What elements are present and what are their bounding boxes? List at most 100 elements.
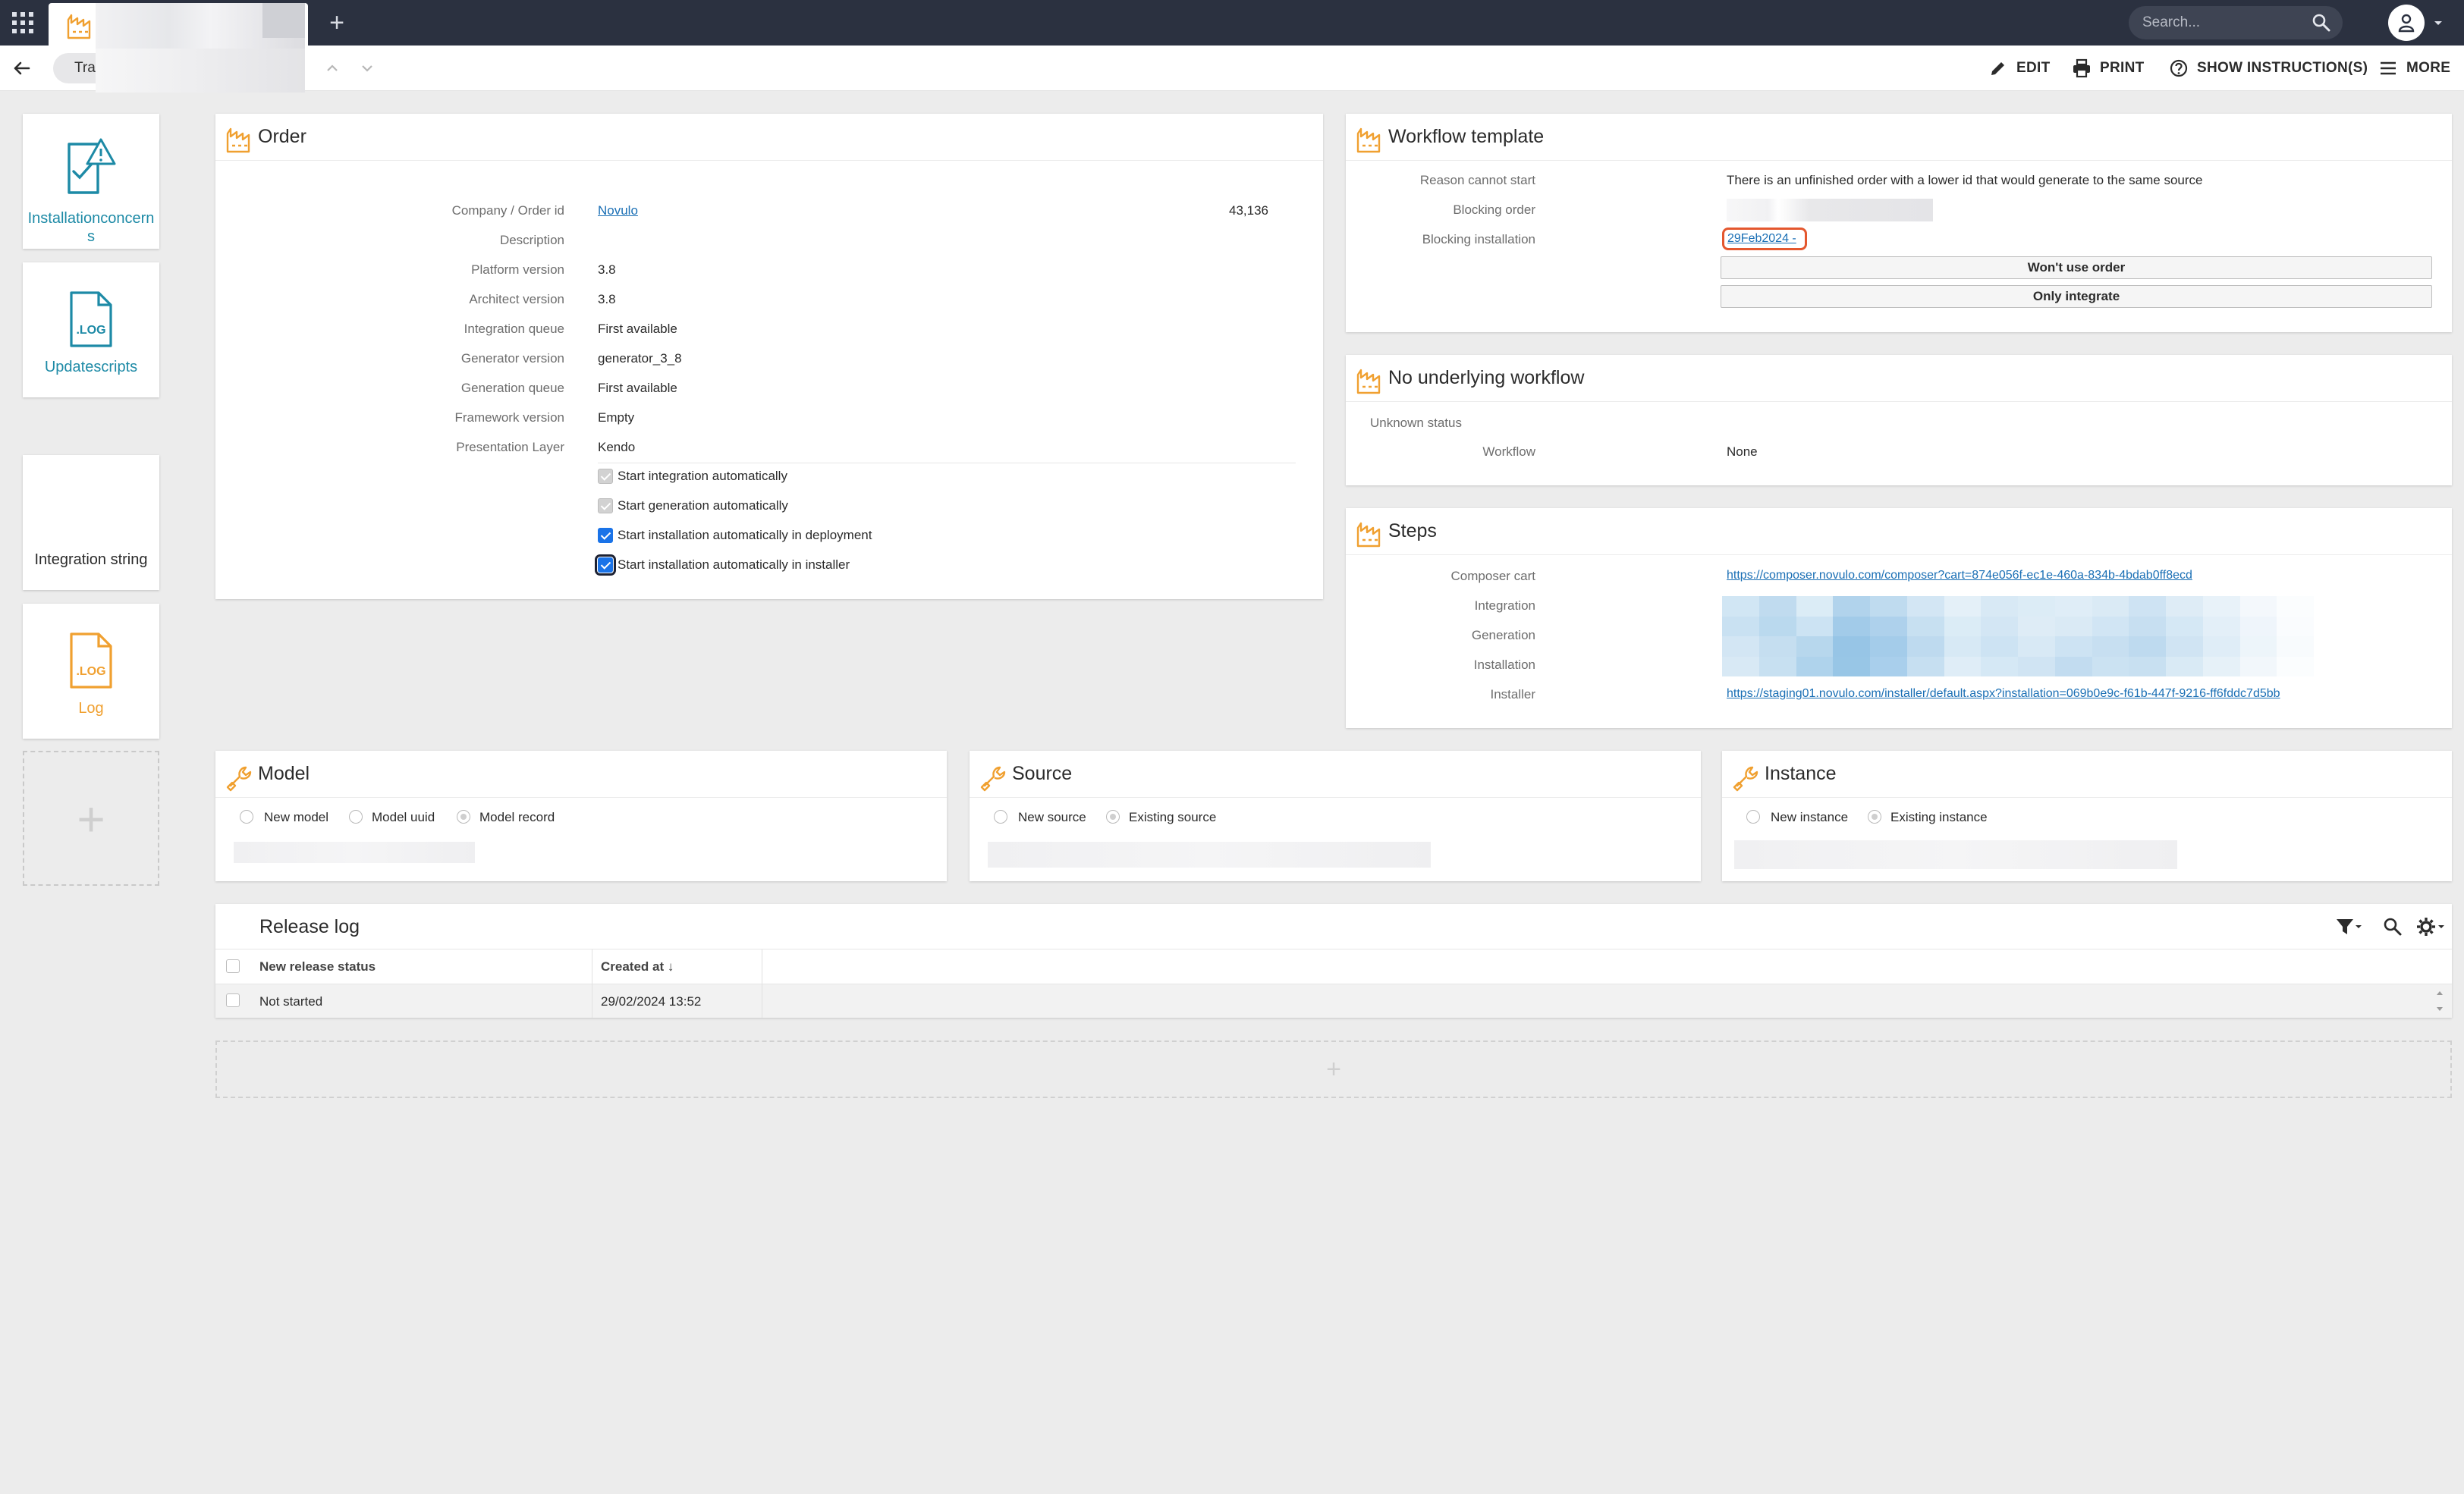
column-header-status[interactable]: New release status xyxy=(259,959,376,975)
installer-link[interactable]: https://staging01.novulo.com/installer/d… xyxy=(1727,687,2280,701)
panel-title: Order xyxy=(258,126,306,147)
add-tile-button[interactable]: + xyxy=(23,751,159,886)
sidebar-item-log[interactable]: .LOG Log xyxy=(23,604,159,739)
panel-header: Model xyxy=(215,751,947,798)
more-label: MORE xyxy=(2406,60,2451,76)
radio-model-uuid[interactable] xyxy=(349,810,363,824)
panel-title: Source xyxy=(1012,763,1073,784)
blocking-installation-link[interactable]: 29Feb2024 - xyxy=(1727,232,1796,246)
field-label: Generation queue xyxy=(460,381,564,395)
plus-icon: + xyxy=(77,792,105,846)
table-row[interactable]: Not started 29/02/2024 13:52 xyxy=(215,984,2452,1018)
menu-icon xyxy=(2381,61,2396,75)
factory-icon xyxy=(1356,127,1381,153)
panel-title: Model xyxy=(258,763,310,784)
chevron-down-icon[interactable] xyxy=(357,58,378,79)
log-file-icon: .LOG xyxy=(70,632,112,689)
radio-label: Existing instance xyxy=(1890,810,1988,824)
workflow-value: None xyxy=(1727,444,1758,459)
more-button[interactable]: MORE xyxy=(2378,55,2450,82)
radio-label: New source xyxy=(1018,810,1086,824)
table-header: New release status Created at ↓ xyxy=(215,949,2452,984)
search-icon[interactable] xyxy=(2311,12,2332,33)
print-button[interactable]: PRINT xyxy=(2071,55,2145,82)
sidebar-item-label: Log xyxy=(78,700,104,717)
generator-version-value: generator_3_8 xyxy=(598,351,682,366)
field-label: Installation xyxy=(1473,658,1535,672)
company-link[interactable]: Novulo xyxy=(598,203,638,218)
platform-version-value: 3.8 xyxy=(598,262,616,277)
checkbox-label: Start installation automatically in depl… xyxy=(618,528,872,542)
plus-icon: + xyxy=(1326,1055,1341,1084)
sidebar-item-updatescripts[interactable]: .LOG Updatescripts xyxy=(23,262,159,397)
avatar[interactable] xyxy=(2388,5,2425,41)
chevron-down-icon[interactable] xyxy=(2432,17,2444,29)
wont-use-order-button[interactable]: Won't use order xyxy=(1721,256,2432,279)
add-tab-button[interactable]: + xyxy=(322,8,352,38)
only-integrate-button[interactable]: Only integrate xyxy=(1721,285,2432,308)
search-icon[interactable] xyxy=(2382,916,2403,937)
show-instructions-label: SHOW INSTRUCTION(S) xyxy=(2197,60,2368,76)
checkbox-label: Start generation automatically xyxy=(618,498,788,513)
field-label: Integration queue xyxy=(464,322,564,336)
show-instructions-button[interactable]: SHOW INSTRUCTION(S) xyxy=(2168,55,2368,82)
svg-text:.LOG: .LOG xyxy=(76,665,105,678)
log-file-icon: .LOG xyxy=(70,291,112,347)
start-installation-deployment-checkbox[interactable] xyxy=(598,528,613,543)
sidebar-item-label: Installationconcerns xyxy=(27,210,155,245)
field-label: Description xyxy=(499,233,564,247)
search-box[interactable] xyxy=(2129,6,2343,39)
checkbox-label: Start installation automatically in inst… xyxy=(618,557,850,572)
generation-queue-value: First available xyxy=(598,381,677,395)
model-panel: Model New model Model uuid Model record xyxy=(215,751,947,881)
search-input[interactable] xyxy=(2142,11,2309,35)
scrollbar[interactable] xyxy=(2434,987,2446,1015)
sidebar-item-label: Integration string xyxy=(34,551,148,568)
edit-button[interactable]: EDIT xyxy=(1988,55,2050,82)
redacted-step-status xyxy=(1722,596,2314,676)
panel-header: Release log xyxy=(215,904,2452,949)
add-row-button[interactable]: + xyxy=(215,1040,2452,1098)
svg-text:.LOG: .LOG xyxy=(76,324,105,337)
factory-icon xyxy=(1356,369,1381,394)
wrench-icon xyxy=(226,766,252,792)
factory-icon xyxy=(1356,522,1381,548)
field-label: Presentation Layer xyxy=(456,440,564,454)
column-header-created-at[interactable]: Created at ↓ xyxy=(601,959,674,975)
panel-title: Instance xyxy=(1765,763,1837,784)
sidebar-item-installationconcerns[interactable]: Installationconcerns xyxy=(23,114,159,249)
composer-cart-link[interactable]: https://composer.novulo.com/composer?car… xyxy=(1727,569,2192,582)
document-warning-icon xyxy=(68,138,116,194)
panel-header: Steps xyxy=(1346,508,2452,555)
radio-model-record[interactable] xyxy=(457,810,470,824)
radio-new-instance[interactable] xyxy=(1746,810,1760,824)
source-panel: Source New source Existing source xyxy=(970,751,1701,881)
field-label: Company / Order id xyxy=(451,203,564,218)
radio-new-model[interactable] xyxy=(240,810,253,824)
radio-new-source[interactable] xyxy=(994,810,1007,824)
field-label: Workflow xyxy=(1482,444,1535,459)
gear-icon[interactable] xyxy=(2415,915,2446,939)
field-label: Integration xyxy=(1474,598,1535,613)
field-label: Reason cannot start xyxy=(1419,173,1535,187)
select-all-checkbox[interactable] xyxy=(226,959,240,973)
filter-icon[interactable] xyxy=(2335,916,2362,937)
toolbar: Trai EDIT PRINT SHOW INSTRUCTION(S) MORE xyxy=(0,46,2464,91)
status-text: Unknown status xyxy=(1370,416,1462,430)
row-checkbox[interactable] xyxy=(226,993,240,1007)
sidebar-item-integration-string[interactable]: Integration string xyxy=(23,455,159,590)
redacted-instance-field xyxy=(1734,840,2177,869)
chevron-up-icon[interactable] xyxy=(322,58,343,79)
edit-label: EDIT xyxy=(2016,60,2051,76)
field-label: Generator version xyxy=(460,351,564,366)
framework-version-value: Empty xyxy=(598,410,635,425)
start-installation-installer-checkbox[interactable] xyxy=(595,554,616,576)
architect-version-value: 3.8 xyxy=(598,292,616,306)
radio-label: New model xyxy=(264,810,329,824)
field-label: Platform version xyxy=(471,262,564,277)
back-arrow-icon[interactable] xyxy=(11,58,32,79)
apps-grid-icon[interactable] xyxy=(8,8,38,38)
radio-existing-source[interactable] xyxy=(1106,810,1120,824)
radio-existing-instance[interactable] xyxy=(1868,810,1881,824)
field-label: Blocking order xyxy=(1453,202,1535,217)
